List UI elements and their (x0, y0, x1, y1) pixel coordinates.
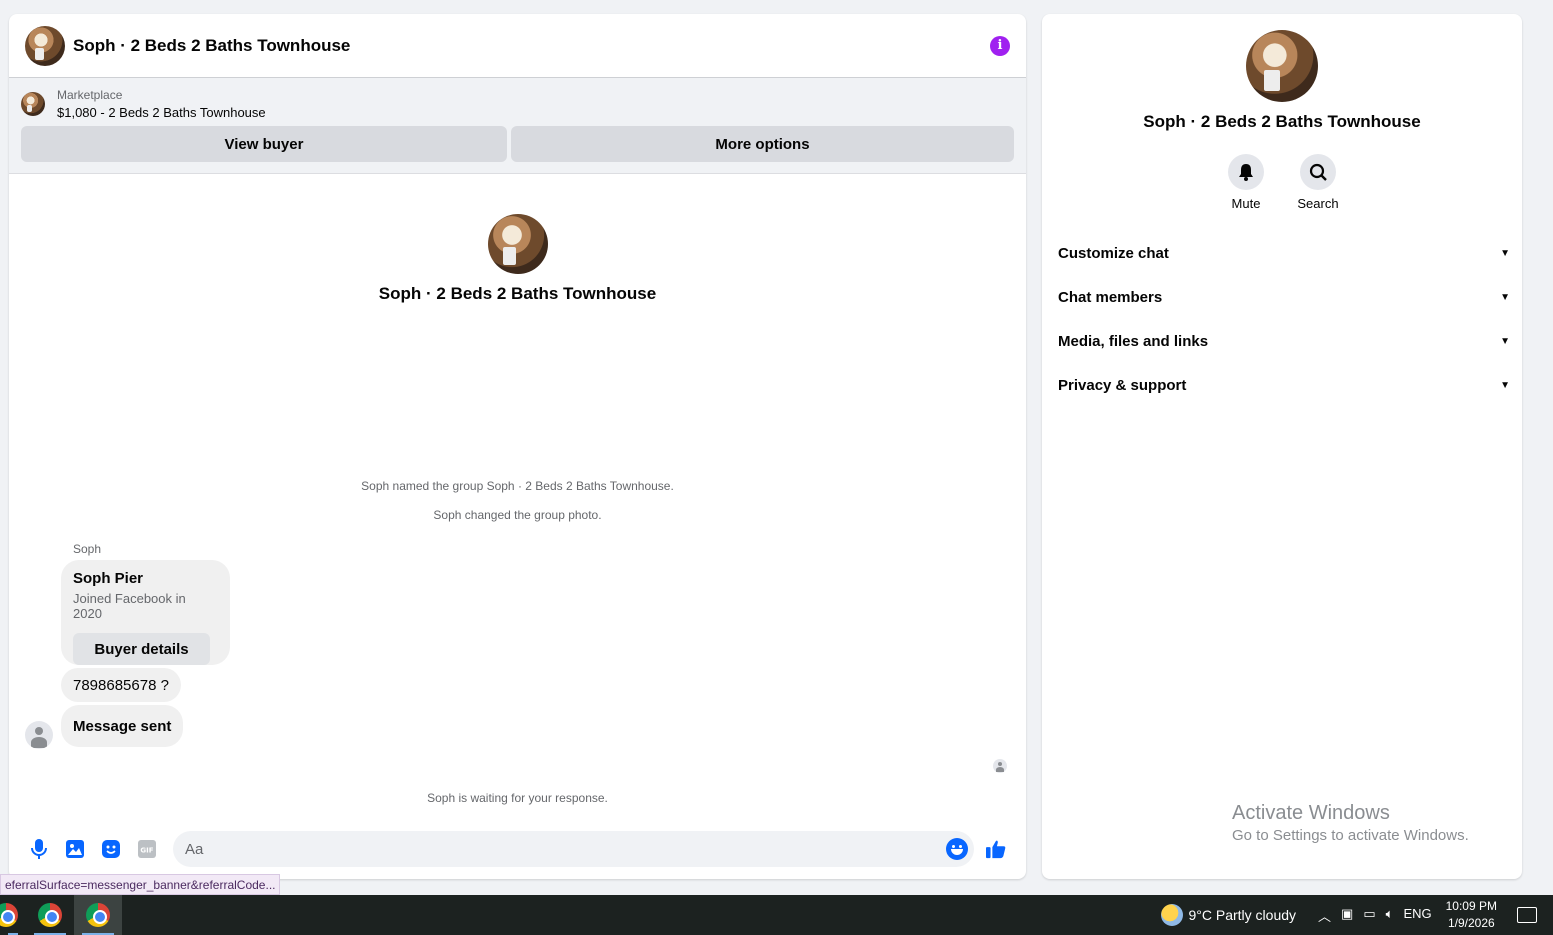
message-bubble[interactable]: 7898685678 ? (61, 668, 181, 702)
chevron-down-icon: ▼ (1500, 247, 1510, 259)
chevron-up-icon[interactable]: ︿ (1318, 906, 1331, 925)
taskbar: 9°C Partly cloudy ︿ ▣ ▭ 🔈︎ ENG 10:09 PM … (0, 895, 1553, 935)
emoji-icon[interactable] (946, 838, 968, 860)
buyer-card: Soph Pier Joined Facebook in 2020 Buyer … (61, 560, 230, 665)
thumbs-up-icon[interactable] (986, 839, 1006, 859)
chat-info-panel: Soph · 2 Beds 2 Baths Townhouse Mute Sea… (1042, 14, 1522, 879)
buyer-details-button[interactable]: Buyer details (73, 633, 210, 665)
read-receipt-icon (993, 759, 1007, 773)
weather-widget[interactable]: 9°C Partly cloudy (1160, 904, 1297, 926)
section-media-files-links[interactable]: Media, files and links ▼ (1058, 319, 1510, 363)
thread-profile-name: Soph · 2 Beds 2 Baths Townhouse (378, 284, 657, 303)
group-avatar[interactable] (25, 25, 65, 66)
chat-panel: Soph · 2 Beds 2 Baths Townhouse i Market… (9, 14, 1026, 879)
info-avatar[interactable] (1246, 30, 1318, 102)
section-label: Media, files and links (1058, 332, 1209, 350)
system-message: Soph named the group Soph · 2 Beds 2 Bat… (361, 479, 674, 493)
photo-icon[interactable] (65, 839, 85, 859)
section-label: Customize chat (1058, 244, 1169, 262)
chat-title[interactable]: Soph · 2 Beds 2 Baths Townhouse (73, 36, 990, 56)
section-customize-chat[interactable]: Customize chat ▼ (1058, 231, 1510, 275)
chevron-down-icon: ▼ (1500, 379, 1510, 391)
search-icon[interactable] (1300, 154, 1336, 190)
weather-text: 9°C Partly cloudy (1188, 907, 1297, 923)
chevron-down-icon: ▼ (1500, 291, 1510, 303)
marketplace-banner: Marketplace $1,080 - 2 Beds 2 Baths Town… (9, 78, 1026, 174)
buyer-name: Soph Pier (73, 570, 144, 587)
watermark-title: Activate Windows (1232, 802, 1390, 824)
system-tray: 9°C Partly cloudy ︿ ▣ ▭ 🔈︎ ENG 10:09 PM … (1160, 895, 1553, 935)
listing-title[interactable]: $1,080 - 2 Beds 2 Baths Townhouse (57, 105, 266, 120)
notification-icon[interactable] (1517, 907, 1537, 923)
thread-profile: Soph · 2 Beds 2 Baths Townhouse (9, 214, 1026, 304)
sender-avatar-icon[interactable] (25, 721, 53, 749)
buyer-joined: Joined Facebook in 2020 (73, 591, 186, 621)
clock[interactable]: 10:09 PM 1/9/2026 (1446, 898, 1497, 932)
system-message: Soph changed the group photo. (433, 508, 602, 522)
language-indicator[interactable]: ENG (1403, 906, 1431, 925)
chrome-taskbar-icon[interactable] (26, 895, 74, 935)
listing-thumbnail[interactable] (21, 92, 45, 116)
activate-windows-watermark: Activate Windows Go to Settings to activ… (1232, 802, 1469, 844)
clock-date: 1/9/2026 (1447, 916, 1495, 930)
thread-avatar[interactable] (487, 214, 548, 274)
view-buyer-button[interactable]: View buyer (21, 126, 507, 162)
gif-icon[interactable]: GIF (137, 839, 157, 859)
watermark-subtitle: Go to Settings to activate Windows. (1232, 827, 1469, 844)
mute-label: Mute (1231, 196, 1261, 211)
composer: GIF Aa (9, 819, 1026, 879)
partly-cloudy-icon (1160, 904, 1183, 926)
chrome-profile-taskbar-icon[interactable] (74, 895, 122, 935)
section-privacy-support[interactable]: Privacy & support ▼ (1058, 363, 1510, 407)
svg-text:GIF: GIF (140, 847, 153, 855)
section-label: Chat members (1058, 288, 1163, 306)
status-bar-url: eferralSurface=messenger_banner&referral… (0, 874, 281, 895)
section-label: Privacy & support (1058, 376, 1187, 394)
waiting-message: Soph is waiting for your response. (427, 791, 608, 805)
mute-button[interactable]: Mute (1227, 154, 1265, 211)
volume-icon[interactable]: 🔈︎ (1386, 906, 1394, 925)
more-options-button[interactable]: More options (511, 126, 1014, 162)
message-input[interactable]: Aa (173, 831, 974, 867)
section-chat-members[interactable]: Chat members ▼ (1058, 275, 1510, 319)
message-placeholder: Aa (185, 840, 204, 858)
message-thread: Soph · 2 Beds 2 Baths Townhouse Soph nam… (9, 174, 1026, 814)
bell-icon[interactable] (1228, 154, 1264, 190)
info-name: Soph · 2 Beds 2 Baths Townhouse (1143, 112, 1421, 131)
marketplace-label: Marketplace (57, 88, 123, 102)
microphone-icon[interactable] (29, 839, 49, 859)
clock-time: 10:09 PM (1445, 899, 1497, 913)
sender-name: Soph (73, 542, 102, 556)
camera-icon[interactable]: ▣ (1341, 906, 1353, 925)
search-label: Search (1297, 196, 1339, 211)
chat-header: Soph · 2 Beds 2 Baths Townhouse i (9, 14, 1026, 78)
taskbar-app-partial[interactable] (0, 895, 26, 935)
chevron-down-icon: ▼ (1500, 335, 1510, 347)
sticker-icon[interactable] (101, 839, 121, 859)
message-bubble[interactable]: Message sent (61, 705, 184, 747)
network-icon[interactable]: ▭ (1363, 906, 1375, 925)
info-icon[interactable]: i (990, 35, 1010, 56)
search-button[interactable]: Search (1297, 154, 1339, 211)
